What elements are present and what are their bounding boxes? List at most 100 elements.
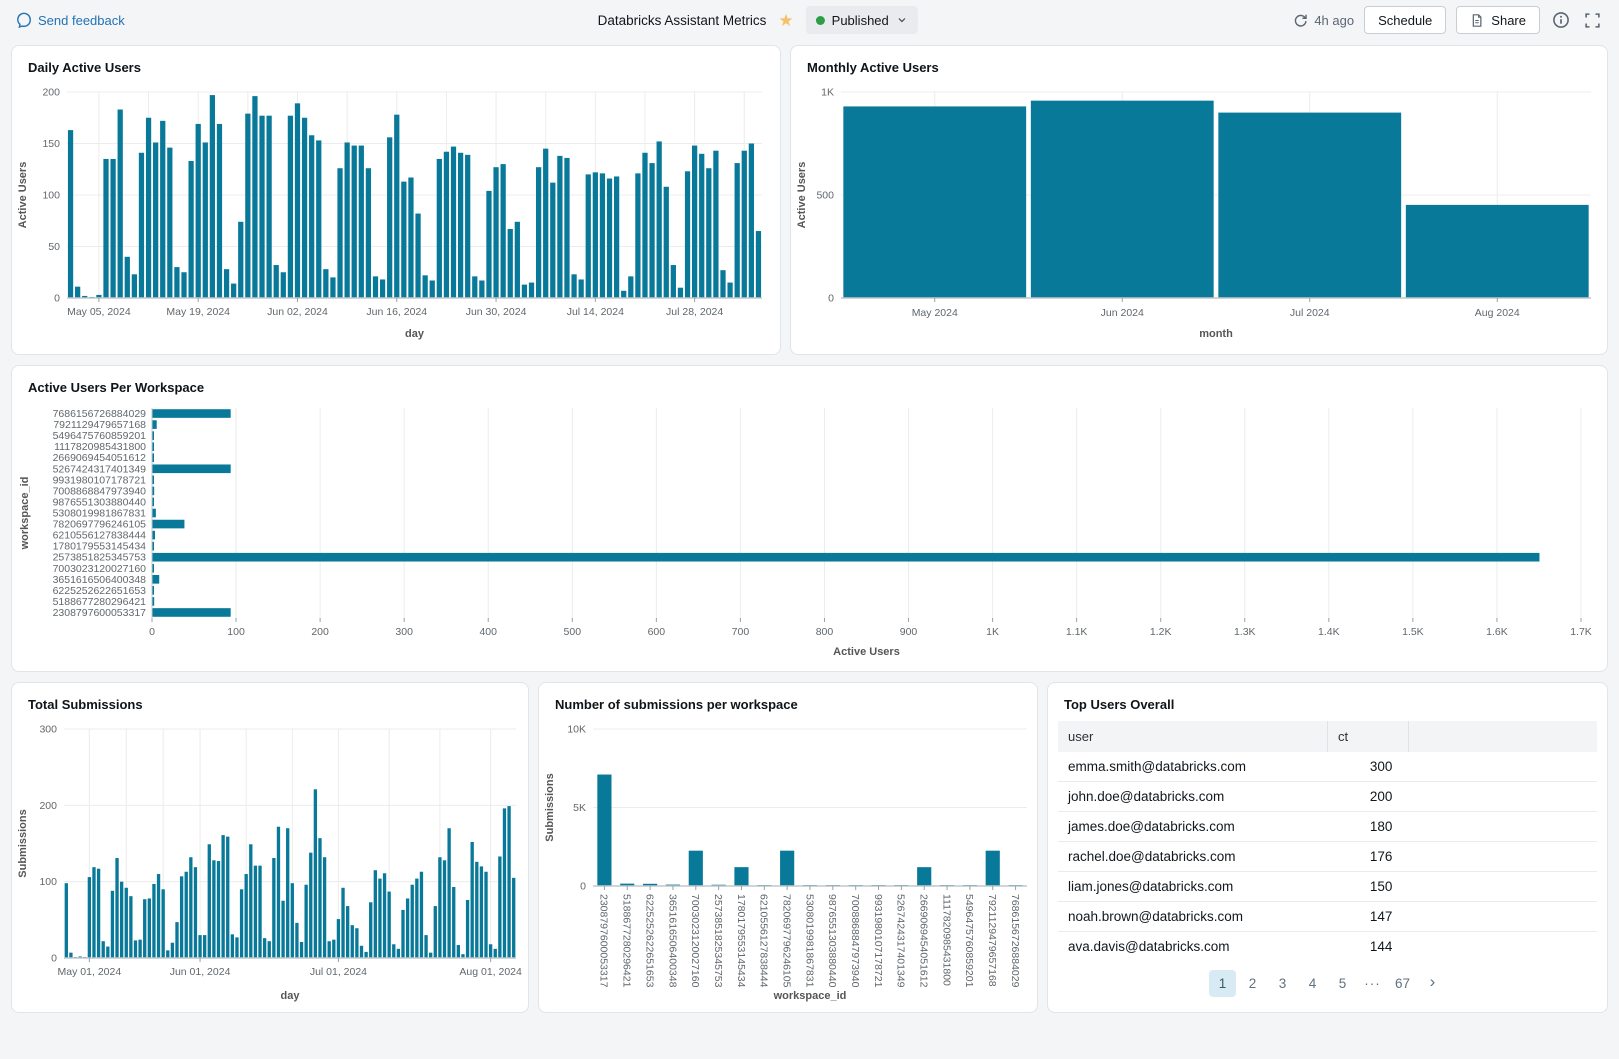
svg-text:5267424317401349: 5267424317401349: [895, 894, 907, 988]
svg-text:Jul 28, 2024: Jul 28, 2024: [666, 306, 723, 318]
svg-text:900: 900: [900, 626, 918, 638]
svg-text:May 19, 2024: May 19, 2024: [166, 306, 230, 318]
svg-text:500: 500: [564, 626, 582, 638]
bars[interactable]: [597, 775, 1022, 886]
table-row: noah.brown@databricks.com147: [1058, 902, 1597, 932]
top-users-table: userctemma.smith@databricks.com300john.d…: [1058, 721, 1597, 992]
svg-text:Aug 01, 2024: Aug 01, 2024: [459, 966, 522, 978]
svg-text:0: 0: [580, 881, 586, 893]
empty-cell: [1408, 872, 1597, 902]
chevron-down-icon: [896, 14, 908, 26]
svg-text:1.2K: 1.2K: [1150, 626, 1172, 638]
page-ellipsis: ···: [1359, 970, 1386, 997]
svg-text:Jul 01, 2024: Jul 01, 2024: [310, 966, 367, 978]
ct-cell: 180: [1328, 812, 1409, 842]
bars[interactable]: [843, 101, 1588, 298]
svg-text:9931980107178721: 9931980107178721: [872, 894, 884, 988]
table-row: rachel.doe@databricks.com176: [1058, 842, 1597, 872]
page-button-2[interactable]: 2: [1239, 970, 1266, 997]
published-dot-icon: [816, 16, 825, 25]
svg-text:2669069454051612: 2669069454051612: [918, 894, 930, 988]
bars[interactable]: [153, 409, 1540, 617]
svg-text:5188677280296421: 5188677280296421: [621, 894, 633, 988]
page-button-5[interactable]: 5: [1329, 970, 1356, 997]
ct-cell: 176: [1328, 842, 1409, 872]
svg-text:workspace_id: workspace_id: [773, 990, 847, 1002]
table-row: emma.smith@databricks.com300: [1058, 752, 1597, 782]
svg-text:400: 400: [479, 626, 497, 638]
svg-text:1.6K: 1.6K: [1486, 626, 1508, 638]
card-daily-active-users: Daily Active Users 050100150200May 05, 2…: [11, 45, 781, 355]
svg-text:Submissions: Submissions: [544, 773, 556, 841]
total-submissions-canvas: 0100200300May 01, 2024Jun 01, 2024Jul 01…: [12, 719, 528, 1004]
submissions-per-workspace-chart: 05K10K2308797600053317518867728029642162…: [539, 719, 1037, 1004]
info-icon: [1552, 11, 1570, 29]
svg-text:Active Users: Active Users: [833, 646, 900, 658]
svg-text:2308797600053317: 2308797600053317: [598, 894, 610, 988]
page-button-67[interactable]: 67: [1389, 970, 1416, 997]
svg-text:300: 300: [395, 626, 413, 638]
svg-text:Jul 14, 2024: Jul 14, 2024: [567, 306, 624, 318]
svg-text:1117820985431800: 1117820985431800: [940, 894, 952, 986]
column-header-ct[interactable]: ct: [1328, 721, 1409, 752]
favorite-star-icon[interactable]: ★: [778, 12, 793, 29]
svg-text:Jun 01, 2024: Jun 01, 2024: [170, 966, 231, 978]
page-button-4[interactable]: 4: [1299, 970, 1326, 997]
share-button[interactable]: Share: [1456, 6, 1540, 34]
dashboard-grid: Daily Active Users 050100150200May 05, 2…: [0, 40, 1619, 1013]
svg-text:Submissions: Submissions: [17, 809, 29, 877]
empty-cell: [1408, 782, 1597, 812]
svg-text:7921129479657168: 7921129479657168: [986, 894, 998, 987]
chart-title: Total Submissions: [12, 683, 528, 715]
column-header-user[interactable]: user: [1058, 721, 1328, 752]
svg-text:0: 0: [149, 626, 155, 638]
svg-text:1K: 1K: [821, 87, 834, 99]
svg-text:7686156726884029: 7686156726884029: [1009, 894, 1021, 988]
svg-text:100: 100: [227, 626, 245, 638]
svg-text:7003023120027160: 7003023120027160: [689, 894, 701, 988]
table-row: liam.jones@databricks.com150: [1058, 872, 1597, 902]
table-row: james.doe@databricks.com180: [1058, 812, 1597, 842]
bars[interactable]: [68, 95, 761, 298]
table-row: john.doe@databricks.com200: [1058, 782, 1597, 812]
info-button[interactable]: [1550, 9, 1572, 31]
page-button-1[interactable]: 1: [1209, 970, 1236, 997]
empty-cell: [1408, 902, 1597, 932]
svg-text:May 2024: May 2024: [912, 307, 958, 319]
svg-text:day: day: [281, 990, 301, 1002]
chart-title: Monthly Active Users: [791, 46, 1607, 78]
svg-text:7008868847973940: 7008868847973940: [849, 894, 861, 988]
svg-text:workspace_id: workspace_id: [19, 477, 31, 551]
daily-active-users-chart: 050100150200May 05, 2024May 19, 2024Jun …: [12, 82, 780, 342]
svg-text:May 01, 2024: May 01, 2024: [58, 966, 122, 978]
ct-cell: 150: [1328, 872, 1409, 902]
svg-text:6210556127838444: 6210556127838444: [758, 894, 770, 988]
svg-text:1.7K: 1.7K: [1570, 626, 1592, 638]
svg-text:Active Users: Active Users: [796, 162, 808, 229]
chart-title: Top Users Overall: [1048, 683, 1607, 715]
schedule-button[interactable]: Schedule: [1364, 6, 1446, 34]
last-refreshed[interactable]: 4h ago: [1293, 13, 1354, 28]
column-header-empty[interactable]: [1408, 721, 1597, 752]
empty-cell: [1408, 812, 1597, 842]
chart-title: Number of submissions per workspace: [539, 683, 1037, 715]
total-submissions-chart: 0100200300May 01, 2024Jun 01, 2024Jul 01…: [12, 719, 528, 1004]
publish-status-dropdown[interactable]: Published: [806, 6, 918, 34]
send-feedback-link[interactable]: Send feedback: [16, 12, 125, 28]
bars[interactable]: [65, 789, 516, 958]
svg-text:800: 800: [816, 626, 834, 638]
svg-text:0: 0: [51, 953, 57, 965]
page-button-3[interactable]: 3: [1269, 970, 1296, 997]
svg-text:100: 100: [42, 190, 60, 202]
next-page-button[interactable]: ›: [1419, 970, 1446, 997]
svg-text:700: 700: [732, 626, 750, 638]
card-submissions-per-workspace: Number of submissions per workspace 05K1…: [538, 682, 1038, 1013]
refreshed-time: 4h ago: [1314, 13, 1354, 28]
monthly-active-users-chart: 05001KMay 2024Jun 2024Jul 2024Aug 2024mo…: [791, 82, 1607, 342]
chart-title: Daily Active Users: [12, 46, 780, 78]
svg-text:2308797600053317: 2308797600053317: [53, 607, 147, 619]
user-cell: james.doe@databricks.com: [1058, 812, 1328, 842]
svg-text:Jun 30, 2024: Jun 30, 2024: [466, 306, 527, 318]
fullscreen-button[interactable]: [1582, 10, 1603, 31]
svg-text:10K: 10K: [567, 724, 586, 736]
